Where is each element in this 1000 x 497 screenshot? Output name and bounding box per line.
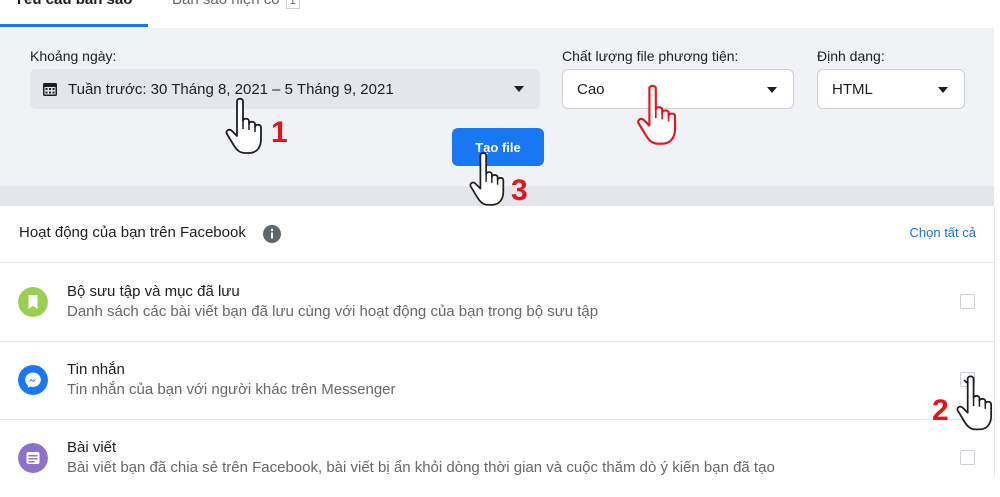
date-range-select[interactable]: Tuần trước: 30 Tháng 8, 2021 – 5 Tháng 9… [30,69,540,109]
activity-list-header: Hoạt động của bạn trên Facebook Chọn tất… [0,206,994,263]
tab-label: Bản sao hiện có [172,0,280,8]
chevron-down-icon [938,87,948,93]
tab-request-copy[interactable]: Yêu cầu bản sao [14,0,132,9]
list-item[interactable]: Bài viết Bài viết bạn đã chia sẻ trên Fa… [0,419,994,497]
list-item-title: Bài viết [67,439,117,456]
list-item[interactable]: Tin nhắn Tin nhắn của bạn với người khác… [0,341,994,420]
tab-bar: Yêu cầu bản sao Bản sao hiện có 1 [0,0,1000,28]
hand-pointer-icon [225,97,262,154]
list-item[interactable]: Bộ sưu tập và mục đã lưu Danh sách các b… [0,263,994,342]
tab-available-copies[interactable]: Bản sao hiện có 1 [172,0,300,9]
date-range-value: Tuần trước: 30 Tháng 8, 2021 – 5 Tháng 9… [68,80,394,98]
activity-list-title: Hoạt động của bạn trên Facebook [19,224,246,241]
media-quality-value: Cao [577,80,605,98]
hand-pointer-icon [637,84,677,145]
activity-list: Hoạt động của bạn trên Facebook Chọn tất… [0,206,995,477]
post-icon [18,443,48,473]
format-label: Định dạng: [817,48,885,64]
item-checkbox[interactable] [960,294,975,309]
step-number-2: 2 [932,394,949,427]
list-item-description: Tin nhắn của bạn với người khác trên Mes… [67,381,396,398]
step-number-3: 3 [511,174,528,207]
list-item-title: Tin nhắn [67,361,125,378]
bookmark-icon [18,287,48,317]
chevron-down-icon [514,86,524,92]
step-number-1: 1 [271,116,288,149]
calendar-icon [43,83,57,96]
chevron-down-icon [767,87,777,93]
info-icon[interactable] [263,225,281,243]
format-value: HTML [832,80,873,98]
select-all-link[interactable]: Chọn tất cả [910,225,977,240]
format-select[interactable]: HTML [817,69,965,109]
tab-count-badge: 1 [285,0,300,9]
hand-pointer-icon [469,152,505,206]
date-range-label: Khoảng ngày: [30,48,117,64]
list-item-title: Bộ sưu tập và mục đã lưu [67,283,240,300]
item-checkbox[interactable] [960,450,975,465]
tab-label: Yêu cầu bản sao [14,0,132,8]
active-tab-indicator [0,24,148,27]
hand-pointer-icon [956,375,993,431]
messenger-icon [18,365,48,395]
list-item-description: Bài viết bạn đã chia sẻ trên Facebook, b… [67,459,775,476]
media-quality-label: Chất lượng file phương tiện: [562,48,739,64]
list-item-description: Danh sách các bài viết bạn đã lưu cùng v… [67,303,599,320]
